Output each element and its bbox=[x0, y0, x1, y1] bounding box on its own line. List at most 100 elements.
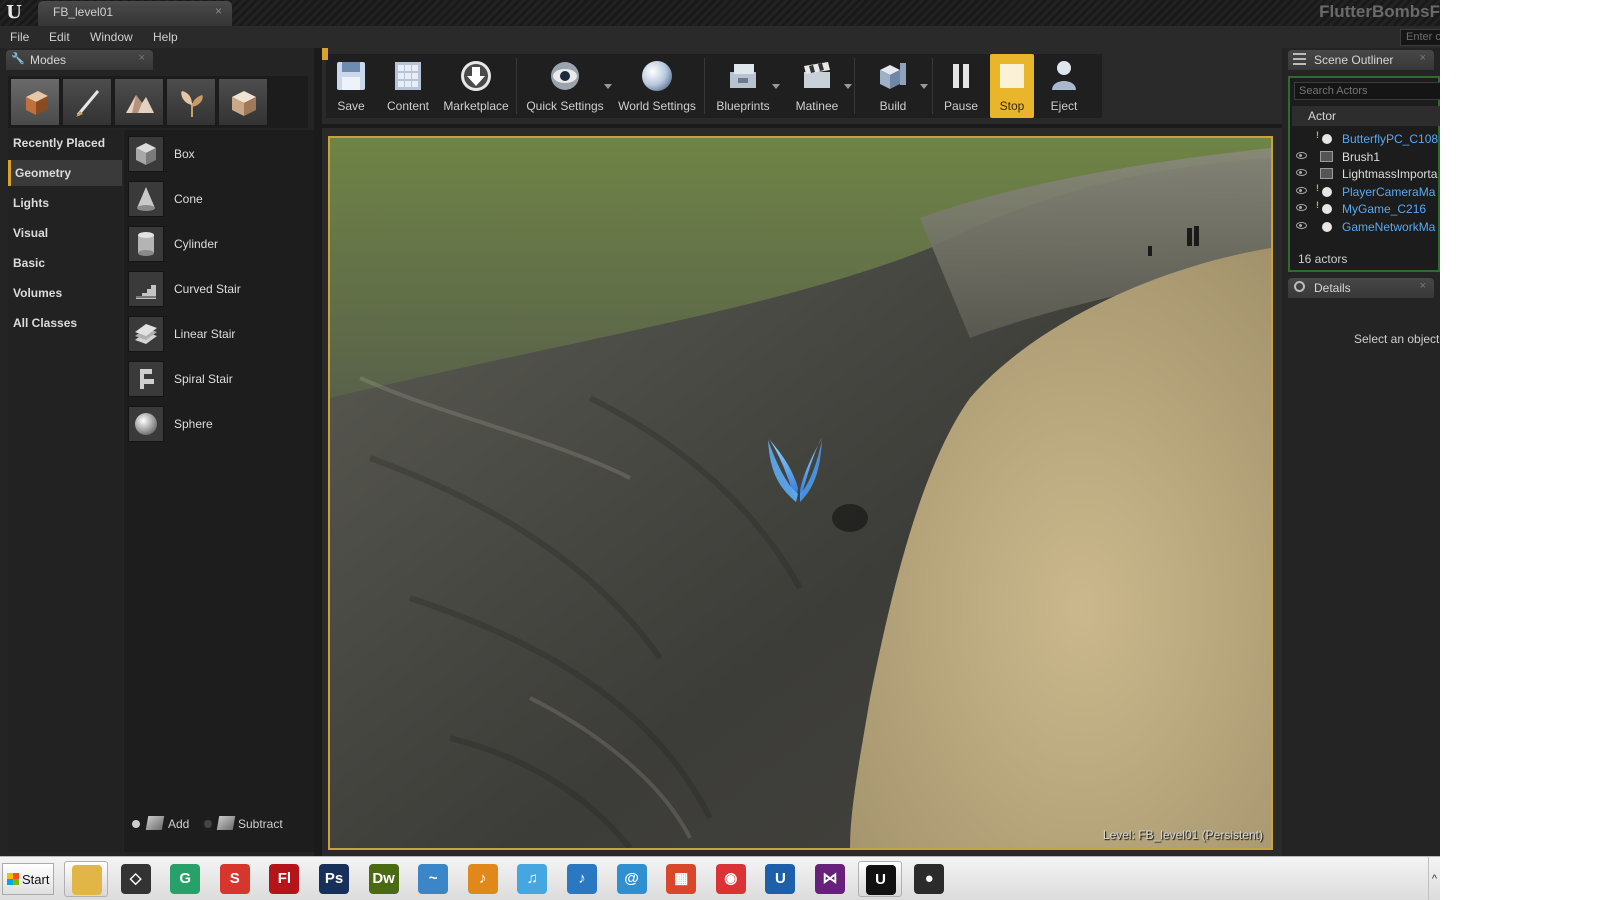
matinee-button[interactable]: Matinee bbox=[784, 54, 852, 118]
menu-bar: File Edit Window Help Enter c bbox=[0, 26, 1440, 48]
category-all-classes[interactable]: All Classes bbox=[8, 310, 122, 336]
mode-place-button[interactable] bbox=[10, 78, 60, 126]
details-empty-message: Select an object bbox=[1354, 332, 1440, 346]
blueprints-button[interactable]: Blueprints bbox=[708, 54, 780, 118]
place-item-spiral-stair[interactable]: Spiral Stair bbox=[128, 359, 310, 399]
title-bar: U FB_level01 × FlutterBombsF bbox=[0, 0, 1440, 26]
actor-row[interactable]: Brush1 bbox=[1290, 148, 1440, 166]
unreal-engine-taskbar-button[interactable]: U bbox=[758, 861, 802, 897]
unreal-editor-taskbar-button[interactable]: U bbox=[857, 861, 902, 897]
toolbar-separator bbox=[932, 58, 933, 114]
photoshop-taskbar-button[interactable]: Ps bbox=[312, 861, 356, 897]
chevron-down-icon[interactable] bbox=[604, 84, 612, 89]
search-actors-input[interactable] bbox=[1294, 82, 1440, 100]
place-item-box[interactable]: Box bbox=[128, 134, 310, 174]
place-item-sphere[interactable]: Sphere bbox=[128, 404, 310, 444]
details-label: Details bbox=[1314, 281, 1351, 295]
category-geometry[interactable]: Geometry bbox=[8, 160, 122, 186]
chevron-down-icon[interactable] bbox=[920, 84, 928, 89]
actor-row[interactable]: LightmassImporta bbox=[1290, 165, 1440, 183]
actor-row[interactable]: ! PlayerCameraMa bbox=[1290, 183, 1440, 201]
actor-column-header[interactable]: Actor bbox=[1292, 106, 1440, 126]
file-explorer-taskbar-button[interactable] bbox=[64, 861, 108, 897]
save-button[interactable]: Save bbox=[328, 54, 374, 118]
eye-icon[interactable] bbox=[1296, 151, 1307, 159]
itunes-taskbar-button[interactable]: ♫ bbox=[510, 861, 554, 897]
eye-icon[interactable] bbox=[1296, 186, 1307, 194]
dreamweaver-icon: Dw bbox=[368, 864, 399, 894]
marketplace-icon bbox=[461, 61, 491, 91]
menu-edit[interactable]: Edit bbox=[49, 30, 70, 44]
actor-row[interactable]: ! ButterflyPC_C108 bbox=[1290, 130, 1440, 148]
unreal-logo-icon[interactable]: U bbox=[3, 2, 25, 24]
eye-icon[interactable] bbox=[1296, 169, 1307, 177]
obs-taskbar-button[interactable]: ● bbox=[907, 861, 951, 897]
dreamweaver-taskbar-button[interactable]: Dw bbox=[362, 861, 406, 897]
world-settings-button[interactable]: World Settings bbox=[614, 54, 700, 118]
close-icon[interactable]: × bbox=[1420, 52, 1426, 64]
media-player-taskbar-button[interactable]: ♪ bbox=[560, 861, 604, 897]
place-item-linear-stair[interactable]: Linear Stair bbox=[128, 314, 310, 354]
level-viewport[interactable]: Level: FB_level01 (Persistent) bbox=[328, 136, 1273, 850]
pause-button[interactable]: Pause bbox=[936, 54, 986, 118]
modes-tab[interactable]: 🔧 Modes × bbox=[6, 50, 153, 70]
mode-geometry-edit-button[interactable] bbox=[218, 78, 268, 126]
marketplace-button[interactable]: Marketplace bbox=[440, 54, 512, 118]
actor-name: PlayerCameraMa bbox=[1342, 184, 1436, 199]
subtract-radio[interactable] bbox=[204, 820, 212, 828]
place-item-cylinder[interactable]: Cylinder bbox=[128, 224, 310, 264]
mode-paint-button[interactable] bbox=[62, 78, 112, 126]
close-icon[interactable]: × bbox=[1420, 280, 1426, 292]
details-tab[interactable]: Details × bbox=[1288, 278, 1434, 298]
category-recently-placed[interactable]: Recently Placed bbox=[8, 130, 122, 156]
color-app-taskbar-button[interactable]: ▦ bbox=[659, 861, 703, 897]
eject-button[interactable]: Eject bbox=[1038, 54, 1090, 118]
scene-outliner-tab[interactable]: Scene Outliner × bbox=[1288, 50, 1434, 70]
flash-taskbar-button[interactable]: Fl bbox=[262, 861, 306, 897]
menu-file[interactable]: File bbox=[10, 30, 29, 44]
mode-landscape-button[interactable] bbox=[114, 78, 164, 126]
paint-mode-icon bbox=[76, 90, 100, 117]
subtract-label[interactable]: Subtract bbox=[238, 817, 283, 831]
sketchup-icon: S bbox=[219, 864, 250, 894]
category-lights[interactable]: Lights bbox=[8, 190, 122, 216]
level-document-tab[interactable]: FB_level01 × bbox=[38, 1, 232, 26]
chrome-taskbar-button[interactable]: ◉ bbox=[709, 861, 753, 897]
globe-app-taskbar-button[interactable]: @ bbox=[610, 861, 654, 897]
audio-app-taskbar-button[interactable]: ♪ bbox=[461, 861, 505, 897]
content-button[interactable]: Content bbox=[378, 54, 438, 118]
windows-logo-icon bbox=[7, 873, 19, 885]
audio-app-icon: ♪ bbox=[467, 864, 498, 894]
place-item-cone[interactable]: Cone bbox=[128, 179, 310, 219]
add-radio[interactable] bbox=[132, 820, 140, 828]
quick-settings-button[interactable]: Quick Settings bbox=[520, 54, 612, 118]
foliage-mode-icon bbox=[181, 91, 203, 117]
add-label[interactable]: Add bbox=[168, 817, 189, 831]
close-icon[interactable]: × bbox=[139, 52, 145, 64]
eye-icon[interactable] bbox=[1296, 204, 1307, 212]
tray-expand-icon[interactable]: ^ bbox=[1428, 857, 1440, 900]
help-search-input[interactable]: Enter c bbox=[1400, 29, 1440, 46]
menu-help[interactable]: Help bbox=[153, 30, 178, 44]
menu-window[interactable]: Window bbox=[90, 30, 133, 44]
stop-button[interactable]: Stop bbox=[990, 54, 1034, 118]
category-basic[interactable]: Basic bbox=[8, 250, 122, 276]
category-visual[interactable]: Visual bbox=[8, 220, 122, 246]
eye-icon[interactable] bbox=[1296, 222, 1307, 229]
start-button[interactable]: Start bbox=[2, 863, 54, 895]
build-button[interactable]: Build bbox=[860, 54, 928, 118]
fish-app-icon: ~ bbox=[418, 864, 449, 894]
close-icon[interactable]: × bbox=[215, 4, 222, 18]
place-item-curved-stair[interactable]: Curved Stair bbox=[128, 269, 310, 309]
mode-foliage-button[interactable] bbox=[166, 78, 216, 126]
actor-row[interactable]: ! MyGame_C216 bbox=[1290, 200, 1440, 218]
gamemaker-taskbar-button[interactable]: G bbox=[163, 861, 207, 897]
chevron-down-icon[interactable] bbox=[772, 84, 780, 89]
category-volumes[interactable]: Volumes bbox=[8, 280, 122, 306]
visual-studio-taskbar-button[interactable]: ⋈ bbox=[808, 861, 852, 897]
fish-app-taskbar-button[interactable]: ~ bbox=[411, 861, 455, 897]
actor-row[interactable]: GameNetworkMa bbox=[1290, 218, 1440, 236]
unity-taskbar-button[interactable]: ◇ bbox=[114, 861, 158, 897]
chevron-down-icon[interactable] bbox=[844, 84, 852, 89]
sketchup-taskbar-button[interactable]: S bbox=[213, 861, 257, 897]
